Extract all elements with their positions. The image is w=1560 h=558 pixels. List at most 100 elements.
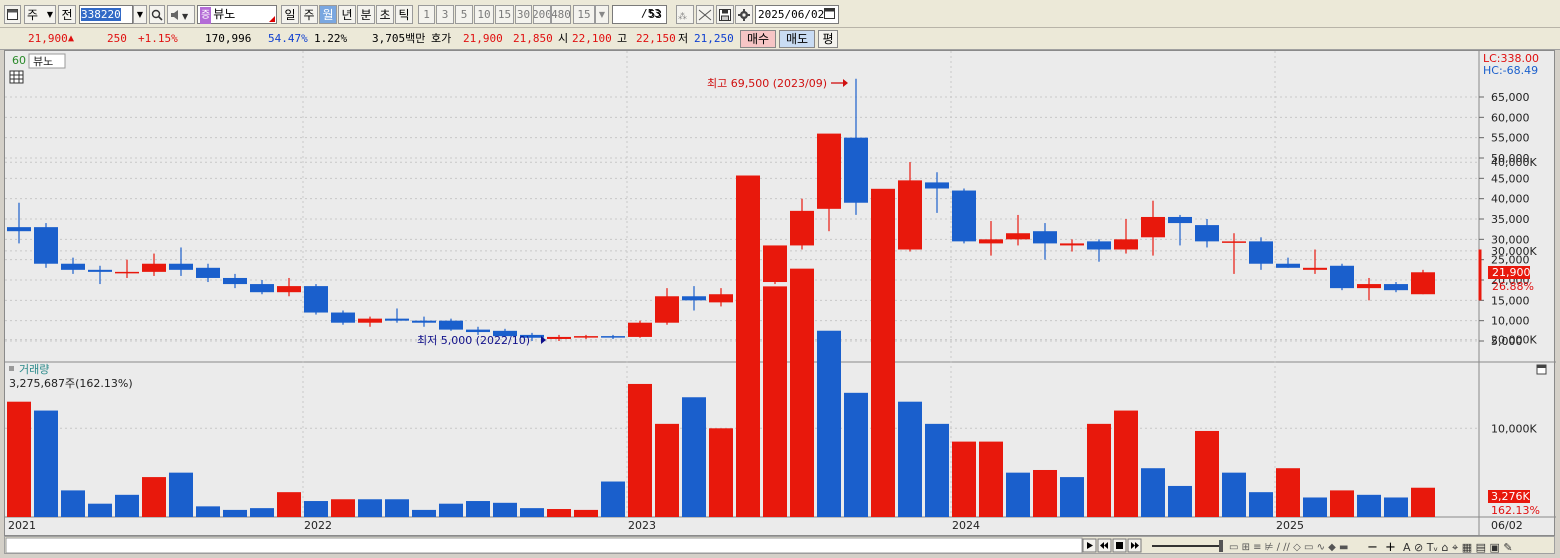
candle-body bbox=[61, 263, 85, 270]
volume-bar bbox=[358, 499, 382, 517]
period-button[interactable]: 주 bbox=[300, 5, 318, 24]
chart-window: 주 ▼ 전 338220 ▼ ▼ 증 뷰노 일주월년분초틱 1 3 5 10 15 30 20… bbox=[0, 0, 1560, 558]
interval-button[interactable]: 10 bbox=[474, 5, 494, 24]
candle-body bbox=[655, 296, 679, 323]
sell-button[interactable]: 매도 bbox=[779, 30, 815, 48]
period-button[interactable]: 월 bbox=[319, 5, 337, 24]
volume-bar bbox=[925, 423, 949, 517]
interval-dropdown-icon[interactable]: ▼ bbox=[595, 5, 609, 24]
y-tick-label: 40,000 bbox=[1491, 193, 1530, 206]
period-button[interactable]: 일 bbox=[281, 5, 299, 24]
chart-panel[interactable]: 5,000 10,000 15,000 20,000 25,000 30,000 35,00… bbox=[4, 50, 1556, 537]
volume-bar bbox=[7, 401, 31, 517]
search-icon[interactable] bbox=[149, 5, 165, 24]
candle-body bbox=[250, 284, 274, 293]
toolbar: 주 ▼ 전 338220 ▼ ▼ 증 뷰노 일주월년분초틱 1 3 5 10 15 30 20… bbox=[0, 0, 1560, 28]
table-icon[interactable] bbox=[9, 70, 24, 84]
volume-bar bbox=[871, 188, 895, 517]
play-icon[interactable] bbox=[1082, 538, 1097, 553]
zoom-out-icon[interactable]: − bbox=[1367, 540, 1378, 555]
volume-bar bbox=[1195, 430, 1219, 517]
code-dropdown-icon[interactable]: ▼ bbox=[133, 5, 147, 24]
zoom-slider[interactable] bbox=[1152, 540, 1223, 552]
calendar-icon[interactable] bbox=[824, 7, 835, 22]
candle-body bbox=[1114, 239, 1138, 250]
x-year-label: 2023 bbox=[628, 519, 656, 532]
buy-button[interactable]: 매수 bbox=[740, 30, 776, 48]
crosshair-icon[interactable] bbox=[696, 5, 714, 24]
candle-body bbox=[304, 286, 328, 313]
volume-bar bbox=[790, 268, 814, 517]
scroll-track[interactable] bbox=[5, 537, 1083, 554]
market-select[interactable]: 주 ▼ bbox=[24, 5, 56, 24]
eval-button[interactable]: 평 bbox=[818, 30, 838, 48]
candle-body bbox=[628, 322, 652, 337]
pane-toggle-icon[interactable] bbox=[9, 366, 14, 371]
window-menu-icon[interactable] bbox=[4, 5, 21, 24]
gear-icon[interactable] bbox=[735, 5, 753, 24]
interval-button[interactable]: 15 bbox=[495, 5, 514, 24]
volume-tick-label: 20,000K bbox=[1491, 334, 1537, 347]
interval-button[interactable]: 30 bbox=[515, 5, 532, 24]
market-label: 주 bbox=[27, 8, 39, 22]
indicator-badge: 60 bbox=[12, 54, 26, 67]
candle-body bbox=[331, 312, 355, 323]
candle-body bbox=[358, 318, 382, 323]
x-year-label: 2022 bbox=[304, 519, 332, 532]
candle-body bbox=[169, 263, 193, 270]
period-button[interactable]: 년 bbox=[338, 5, 356, 24]
candle-body bbox=[790, 210, 814, 246]
volume-bar bbox=[817, 330, 841, 517]
period-button[interactable]: 초 bbox=[376, 5, 394, 24]
volume-bar bbox=[709, 428, 733, 517]
interval-button[interactable]: 480 bbox=[551, 5, 571, 24]
interval-button[interactable]: 200 bbox=[533, 5, 551, 24]
fast-forward-icon[interactable] bbox=[1127, 538, 1142, 553]
volume-tick-label: 10,000K bbox=[1491, 422, 1537, 435]
volume-bar bbox=[277, 492, 301, 517]
interval-button[interactable]: 5 bbox=[455, 5, 473, 24]
volume-bar bbox=[844, 392, 868, 517]
volume-subtitle: 3,275,687주(162.13%) bbox=[9, 377, 133, 390]
period-button[interactable]: 틱 bbox=[395, 5, 413, 24]
stock-code-input[interactable]: 338220 bbox=[79, 5, 133, 24]
stock-name-field[interactable]: 증 뷰노 bbox=[197, 5, 277, 24]
chart-canvas[interactable]: 5,00010,00015,00020,00025,00030,00035,00… bbox=[5, 51, 1556, 537]
volume-tick-label: 30,000K bbox=[1491, 245, 1537, 258]
candle-body bbox=[142, 263, 166, 272]
volume: 170,996 bbox=[205, 32, 252, 45]
candle-body bbox=[1006, 233, 1030, 240]
hoga-label: 호가 bbox=[431, 32, 452, 45]
volume-bar bbox=[1060, 477, 1084, 517]
maximize-icon[interactable] bbox=[1536, 364, 1547, 375]
y-tick-label: 45,000 bbox=[1491, 172, 1530, 185]
volume-bar bbox=[979, 441, 1003, 517]
stop-icon[interactable] bbox=[1112, 538, 1127, 553]
candle-body bbox=[412, 320, 436, 323]
low-price: 21,250 bbox=[694, 32, 734, 45]
volume-bar bbox=[952, 441, 976, 517]
vol-pct-tag: 162.13% bbox=[1491, 504, 1540, 517]
period-button[interactable]: 분 bbox=[357, 5, 375, 24]
interval-button[interactable]: 1 bbox=[418, 5, 435, 24]
zoom-in-icon[interactable]: + bbox=[1385, 540, 1396, 555]
text-tools-icons[interactable]: A ⊘ Tᵥ ⌂ ⌖ ▦ ▤ ▣ ✎ bbox=[1403, 541, 1513, 554]
y-tick-label: 15,000 bbox=[1491, 294, 1530, 307]
jeon-button[interactable]: 전 bbox=[58, 5, 76, 24]
svg-text:⁂: ⁂ bbox=[678, 11, 687, 21]
volume-bar bbox=[1033, 469, 1057, 517]
chart-tools-icons[interactable]: ▭ ⊞ ≡ ⊭ ∕ ∕∕ ◇ ▭ ∿ ◆ ▬ bbox=[1229, 542, 1348, 553]
up-arrow-icon: ▲ bbox=[68, 33, 75, 44]
candle-body bbox=[817, 133, 841, 209]
interval-button[interactable]: 3 bbox=[436, 5, 454, 24]
chart-title: 뷰노 bbox=[33, 55, 53, 68]
save-icon[interactable] bbox=[716, 5, 734, 24]
candle-body bbox=[196, 267, 220, 278]
pattern-icon[interactable]: ⁂ bbox=[676, 5, 694, 24]
speaker-icon[interactable]: ▼ bbox=[167, 5, 195, 24]
chart-control-bar: ▭ ⊞ ≡ ⊭ ∕ ∕∕ ◇ ▭ ∿ ◆ ▬ − + A ⊘ Tᵥ ⌂ ⌖ ▦ … bbox=[4, 536, 1555, 555]
candle-body bbox=[952, 190, 976, 242]
interval-value[interactable]: 15 bbox=[573, 5, 595, 24]
rewind-icon[interactable] bbox=[1097, 538, 1112, 553]
candle-body bbox=[1303, 267, 1327, 270]
